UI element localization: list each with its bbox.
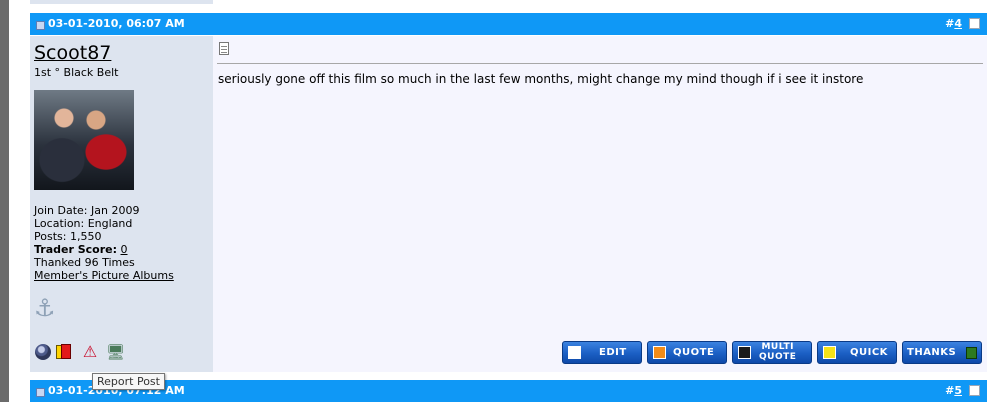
message-document-icon — [219, 42, 229, 55]
report-post-tooltip: Report Post — [92, 373, 165, 390]
select-post-checkbox[interactable] — [969, 18, 980, 29]
report-post-icon[interactable]: ⚠ — [82, 344, 98, 360]
quick-reply-button[interactable]: QUICK — [817, 341, 897, 364]
user-stats: Join Date: Jan 2009 Location: England Po… — [34, 204, 174, 282]
thumbs-up-icon — [966, 347, 977, 359]
quote-button[interactable]: QUOTE — [647, 341, 727, 364]
post-date: 03-01-2010, 06:07 AM — [48, 17, 185, 30]
location: Location: England — [34, 217, 133, 230]
user-info-panel: Scoot87 1st ° Black Belt Join Date: Jan … — [30, 36, 213, 372]
multi-quote-button[interactable]: MULTI QUOTE — [732, 341, 812, 364]
next-post-header: 03-01-2010, 07:12 AM #5 — [30, 380, 987, 402]
join-date: Join Date: Jan 2009 — [34, 204, 140, 217]
post-body: Scoot87 1st ° Black Belt Join Date: Jan … — [30, 36, 987, 372]
message-text: seriously gone off this film so much in … — [218, 72, 864, 86]
trader-score: Trader Score: 0 — [34, 243, 128, 256]
user-title: 1st ° Black Belt — [34, 66, 119, 79]
multi-quote-icon — [738, 346, 751, 359]
user-avatar[interactable] — [34, 90, 134, 190]
window-left-edge — [0, 0, 9, 402]
post-number-link[interactable]: 4 — [954, 17, 962, 30]
username-link[interactable]: Scoot87 — [34, 42, 111, 64]
post-header: 03-01-2010, 06:07 AM #4 — [30, 13, 987, 35]
post-number: #5 — [945, 384, 962, 397]
post-count: Posts: 1,550 — [34, 230, 102, 243]
picture-albums-link[interactable]: Member's Picture Albums — [34, 269, 174, 282]
thanked-count: Thanked 96 Times — [34, 256, 135, 269]
pencil-icon — [568, 346, 581, 359]
thanks-button[interactable]: THANKS — [902, 341, 982, 364]
previous-post-bottom — [30, 0, 987, 4]
message-divider — [217, 63, 983, 64]
quote-pencil-icon — [653, 346, 666, 359]
post-status-icon — [36, 21, 45, 30]
quick-pencil-icon — [823, 346, 836, 359]
post-number-link[interactable]: 5 — [954, 384, 962, 397]
select-post-checkbox[interactable] — [969, 385, 980, 396]
trader-score-link[interactable]: 0 — [121, 243, 128, 256]
post-status-icon — [36, 388, 45, 397]
message-panel: seriously gone off this film so much in … — [213, 36, 987, 372]
ip-address-icon[interactable]: 🖥 — [106, 344, 125, 360]
edit-button[interactable]: EDIT — [562, 341, 642, 364]
post-number: #4 — [945, 17, 962, 30]
reputation-anchor-icon: ⚓ — [34, 294, 56, 322]
yellow-red-card-icon[interactable] — [56, 344, 72, 360]
online-status-icon — [35, 344, 51, 360]
